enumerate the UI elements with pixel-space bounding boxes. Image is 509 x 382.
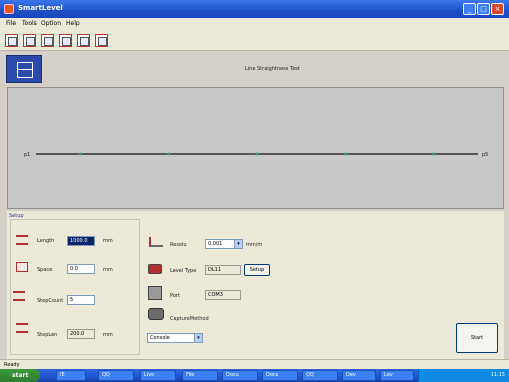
measurement-point (78, 152, 82, 156)
capture-method-value: Console (150, 335, 170, 341)
level-icon (148, 264, 162, 274)
chevron-down-icon[interactable]: ▾ (194, 334, 202, 342)
flatness-icon[interactable] (23, 34, 36, 47)
maximize-button[interactable]: □ (477, 3, 490, 15)
stepcount-icon (13, 291, 25, 301)
port-label: Port (170, 293, 180, 299)
taskbar-item[interactable]: Dev (342, 370, 376, 381)
system-tray: 11:15 (418, 369, 509, 382)
app-icon (4, 4, 14, 14)
setup-group-title: Setup (8, 213, 25, 219)
steplen-icon (16, 323, 28, 333)
taskbar-item[interactable]: Lev (380, 370, 414, 381)
taskbar-item[interactable]: Docs (262, 370, 298, 381)
space-unit: mm (103, 267, 113, 273)
stepcount-field[interactable]: 5 (67, 295, 95, 305)
taskbar-item[interactable]: IE (56, 370, 86, 381)
line-straightness-icon[interactable] (5, 34, 18, 47)
minimize-button[interactable]: _ (463, 3, 476, 15)
menu-file[interactable]: File (6, 20, 16, 27)
taskbar-item[interactable]: QQ (302, 370, 338, 381)
graph-start-label: p1 (24, 152, 30, 158)
taskbar-item[interactable]: Docu (222, 370, 258, 381)
steplen-label: StepLen (37, 332, 58, 338)
measurement-point (432, 152, 436, 156)
measurement-graph: p1 p5 (7, 87, 504, 209)
status-text: Ready (4, 362, 20, 368)
graph-canvas: p1 p5 (24, 152, 488, 158)
title-bar: SmartLevel _ □ × (0, 0, 509, 18)
capture-method-select[interactable]: Console ▾ (147, 333, 203, 343)
save-icon[interactable] (77, 34, 90, 47)
port-field: COM3 (205, 290, 241, 300)
level-setup-button[interactable]: Setup (244, 264, 270, 276)
menu-help[interactable]: Help (66, 20, 80, 27)
menu-bar: File Tools Option Help (0, 18, 509, 29)
measurement-point (344, 152, 347, 156)
measurement-point (255, 152, 259, 156)
length-field[interactable]: 1000.0 (67, 236, 95, 246)
start-menu-button[interactable]: start (0, 369, 40, 382)
space-field[interactable]: 0.0 (67, 264, 95, 274)
taskbar-item[interactable]: QQ (98, 370, 134, 381)
graph-end-label: p5 (482, 152, 488, 158)
space-icon (16, 262, 28, 272)
length-icon (16, 235, 28, 245)
close-button[interactable]: × (491, 3, 504, 15)
port-icon (148, 286, 162, 300)
start-button[interactable]: Start (456, 323, 498, 353)
clock: 11:15 (490, 372, 505, 378)
length-label: Length (37, 238, 55, 244)
resolution-select[interactable]: 0.001 ▾ (205, 239, 243, 249)
print-icon[interactable] (95, 34, 108, 47)
length-unit: mm (103, 238, 113, 244)
capture-method-label: CaptureMethod (170, 316, 209, 322)
tool-icon[interactable] (41, 34, 54, 47)
taskbar-item[interactable]: Live (140, 370, 176, 381)
resolution-icon (149, 237, 163, 247)
resolution-unit: mm/m (246, 242, 263, 248)
taskbar-item[interactable]: File (182, 370, 218, 381)
mode-icon (6, 55, 42, 83)
space-label: Space (37, 267, 53, 273)
taskbar: start IE QQ Live File Docu Docs QQ Dev L… (0, 369, 509, 382)
toolbar (0, 29, 509, 51)
chevron-down-icon[interactable]: ▾ (234, 240, 242, 248)
window-title: SmartLevel (18, 4, 63, 12)
keyboard-icon (148, 308, 164, 320)
status-bar: Ready (0, 359, 509, 369)
menu-tools[interactable]: Tools (22, 20, 37, 27)
level-type-label: Level Type (170, 268, 197, 274)
resolution-value: 0.001 (208, 241, 223, 247)
measurement-point (167, 152, 171, 156)
page-title: Line Straightness Test (245, 66, 300, 72)
stepcount-label: StepCount (37, 298, 64, 304)
grid-icon[interactable] (59, 34, 72, 47)
menu-option[interactable]: Option (41, 20, 61, 27)
resolution-label: Resolu (170, 242, 187, 248)
steplen-unit: mm (103, 332, 113, 338)
level-type-field: DL11 (205, 265, 241, 275)
steplen-field: 200.0 (67, 329, 95, 339)
